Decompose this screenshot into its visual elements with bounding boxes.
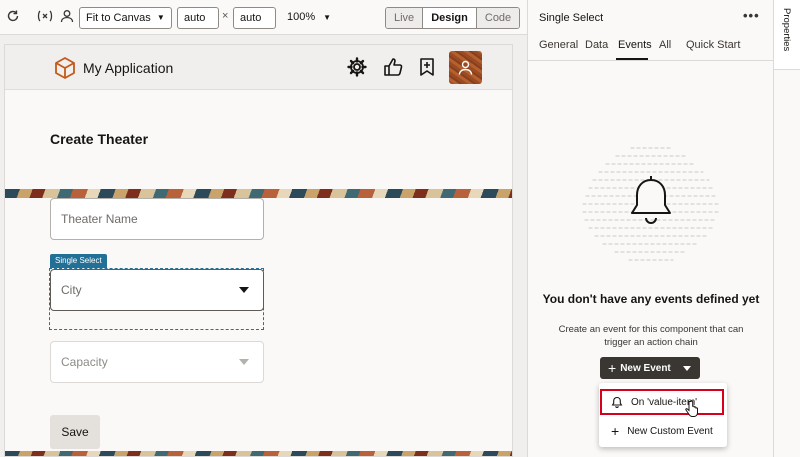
refresh-icon[interactable]	[5, 9, 21, 25]
zoom-value: 100%	[287, 11, 316, 23]
chevron-down-icon: ▼	[156, 13, 165, 22]
canvas-height-input[interactable]: auto	[233, 7, 276, 29]
design-canvas: My Application Create Theater Theater Na…	[4, 44, 513, 457]
tab-quick-start[interactable]: Quick Start	[686, 39, 740, 51]
side-panel-strip: Properties	[773, 0, 800, 457]
mode-code-button[interactable]: Code	[476, 8, 520, 28]
properties-tab-label: Properties	[781, 8, 792, 52]
app-header: My Application	[5, 45, 512, 90]
panel-title: Single Select	[539, 12, 604, 24]
panel-tabs: General Data Events All Quick Start	[528, 37, 774, 61]
properties-tab[interactable]: Properties	[774, 0, 800, 70]
theater-name-input[interactable]: Theater Name	[50, 198, 264, 240]
thumbs-up-icon[interactable]	[382, 56, 404, 78]
bell-icon	[611, 396, 623, 408]
app-title: My Application	[83, 60, 174, 76]
user-avatar[interactable]	[449, 51, 482, 84]
hand-pointer-icon	[685, 400, 698, 417]
menu-item-new-custom-event[interactable]: + New Custom Event	[599, 417, 727, 445]
view-mode-toggle: Live Design Code	[385, 7, 521, 29]
gear-icon[interactable]	[346, 56, 368, 78]
fit-to-canvas-select[interactable]: Fit to Canvas ▼	[79, 7, 172, 29]
properties-panel: Single Select ••• General Data Events Al…	[527, 0, 774, 457]
chevron-down-icon: ▼	[323, 12, 332, 22]
plus-icon: +	[611, 423, 620, 439]
new-event-label: New Event	[620, 362, 671, 374]
mode-design-button[interactable]: Design	[423, 8, 477, 28]
city-select[interactable]: City	[50, 269, 264, 311]
designer-toolbar: Fit to Canvas ▼ auto × auto 100% ▼ Live …	[0, 0, 527, 35]
fit-to-canvas-label: Fit to Canvas	[86, 12, 151, 24]
canvas-width-input[interactable]: auto	[177, 7, 219, 29]
empty-state-title: You don't have any events defined yet	[542, 292, 760, 306]
user-role-icon[interactable]	[59, 9, 75, 25]
tab-events[interactable]: Events	[618, 39, 652, 51]
cube-logo-icon	[53, 56, 77, 80]
bell-icon	[631, 176, 671, 224]
dimension-separator: ×	[222, 10, 229, 22]
capacity-select[interactable]: Capacity	[50, 341, 264, 383]
more-options-icon[interactable]: •••	[743, 8, 760, 23]
empty-events-illustration	[582, 147, 720, 261]
menu-item-label: New Custom Event	[627, 425, 713, 437]
empty-state-description: Create an event for this component that …	[558, 324, 744, 348]
plus-icon: +	[608, 360, 617, 376]
menu-item-on-value-item[interactable]: On 'value-item'	[599, 388, 727, 416]
caret-down-icon	[239, 359, 249, 365]
selection-badge: Single Select	[50, 254, 107, 268]
active-tab-indicator	[616, 58, 648, 60]
capacity-placeholder: Capacity	[61, 355, 108, 369]
caret-down-icon	[239, 287, 249, 293]
decorative-pattern-band	[5, 189, 512, 198]
new-event-menu: On 'value-item' + New Custom Event	[599, 383, 727, 447]
zoom-select[interactable]: 100% ▼	[287, 11, 331, 23]
user-icon	[458, 60, 473, 75]
city-placeholder: City	[61, 283, 82, 297]
tab-all[interactable]: All	[659, 39, 671, 51]
save-button[interactable]: Save	[50, 415, 100, 449]
tab-data[interactable]: Data	[585, 39, 608, 51]
decorative-pattern-band-bottom	[5, 451, 512, 456]
caret-down-icon	[682, 365, 691, 371]
page-title: Create Theater	[50, 131, 149, 147]
mode-live-button[interactable]: Live	[386, 8, 424, 28]
tab-general[interactable]: General	[539, 39, 578, 51]
variables-icon[interactable]	[36, 9, 54, 25]
new-event-button[interactable]: + New Event	[600, 357, 700, 379]
bookmark-add-icon[interactable]	[416, 56, 438, 78]
